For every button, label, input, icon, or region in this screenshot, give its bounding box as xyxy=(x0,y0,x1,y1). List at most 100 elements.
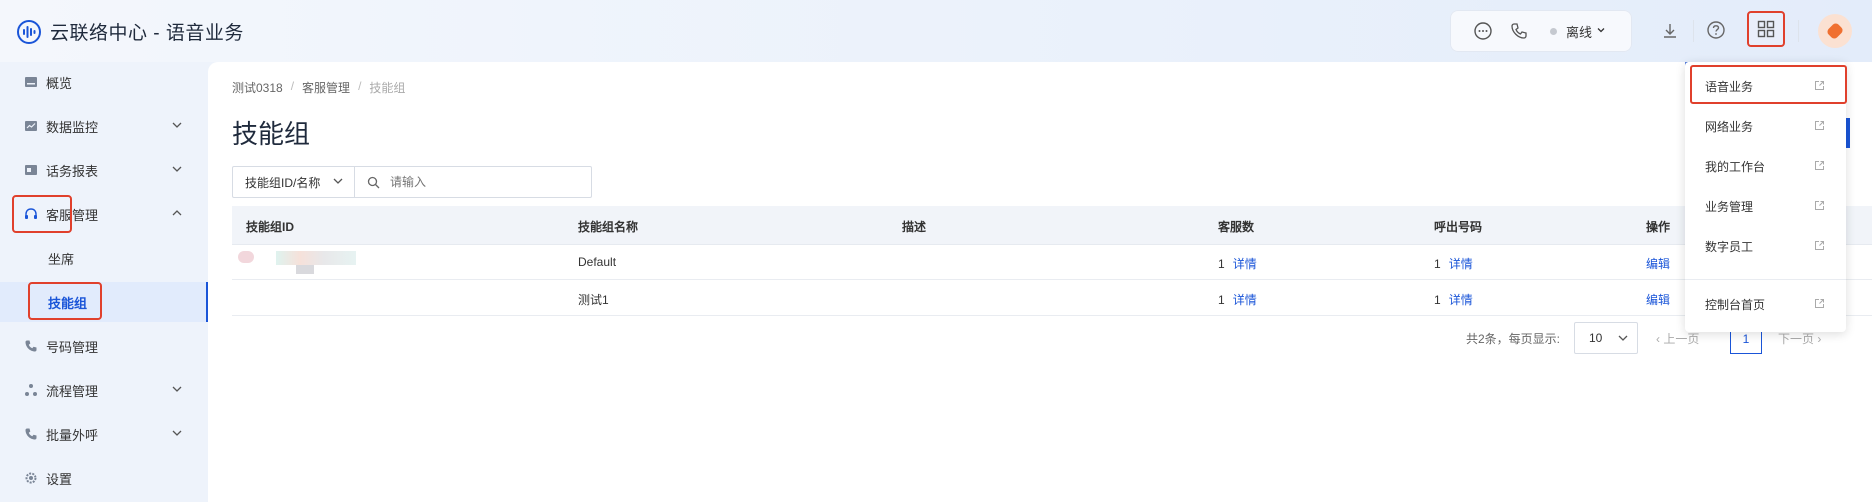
sidebar-item-label: 数据监控 xyxy=(46,119,99,135)
main-content: 测试0318 / 客服管理 / 技能组 技能组 技能组ID/名称 技能组ID 技… xyxy=(208,62,1872,502)
external-link-icon xyxy=(1815,161,1824,170)
edit-link[interactable]: 编辑 xyxy=(1646,255,1670,272)
breadcrumb-item[interactable]: 客服管理 xyxy=(302,79,350,96)
breadcrumb: 测试0318 / 客服管理 / 技能组 xyxy=(232,79,405,96)
app-title: 云联络中心 - 语音业务 xyxy=(50,23,244,44)
highlight-box xyxy=(28,282,102,320)
search-filter: 技能组ID/名称 xyxy=(232,166,592,198)
sidebar-item-label: 话务报表 xyxy=(46,163,99,179)
page-size-select[interactable]: 10 xyxy=(1574,322,1638,354)
sidebar-item-settings[interactable]: 设置 xyxy=(0,458,208,498)
column-header: 技能组名称 xyxy=(578,220,639,234)
chevron-down-icon xyxy=(172,386,182,392)
sidebar-item-label: 设置 xyxy=(46,471,73,487)
breadcrumb-separator: / xyxy=(290,79,295,93)
chevron-down-icon xyxy=(172,430,182,436)
redacted-id xyxy=(276,251,356,265)
agents-detail-link[interactable]: 详情 xyxy=(1233,293,1257,307)
menu-item-network-business[interactable]: 网络业务 xyxy=(1685,106,1846,146)
sidebar-item-label: 概览 xyxy=(46,75,73,91)
column-header: 呼出号码 xyxy=(1434,220,1483,234)
sidebar-item-batch-call[interactable]: 批量外呼 xyxy=(0,414,208,454)
menu-item-label: 网络业务 xyxy=(1705,119,1754,134)
next-page-button[interactable]: 下一页 › xyxy=(1778,330,1821,347)
table-header: 技能组ID 技能组名称 描述 客服数 呼出号码 操作 xyxy=(232,206,1872,245)
sidebar-item-report[interactable]: 话务报表 xyxy=(0,150,208,190)
download-icon[interactable] xyxy=(1660,21,1680,41)
sidebar-item-overview[interactable]: 概览 xyxy=(0,62,208,102)
flow-icon xyxy=(25,384,37,396)
divider xyxy=(1798,20,1799,42)
chevron-up-icon xyxy=(172,210,182,216)
agent-count: 1 详情 xyxy=(1218,257,1257,271)
overview-icon xyxy=(25,77,37,87)
sidebar-item-number-management[interactable]: 号码管理 xyxy=(0,326,208,366)
chevron-down-icon xyxy=(1596,25,1606,38)
batch-call-icon xyxy=(25,428,37,440)
sidebar-subitem-label: 坐席 xyxy=(48,251,75,267)
sidebar-item-label: 批量外呼 xyxy=(46,427,99,443)
outbound-detail-link[interactable]: 详情 xyxy=(1449,257,1473,271)
breadcrumb-separator: / xyxy=(358,79,362,93)
highlight-box xyxy=(12,195,72,233)
sidebar-item-flow-management[interactable]: 流程管理 xyxy=(0,370,208,410)
page-size-value: 10 xyxy=(1589,331,1603,345)
menu-item-my-workbench[interactable]: 我的工作台 xyxy=(1685,146,1846,186)
filter-field-select[interactable]: 技能组ID/名称 xyxy=(233,167,355,197)
voice-logo-icon xyxy=(17,19,41,44)
filter-field-value: 技能组ID/名称 xyxy=(245,175,321,190)
skill-group-name: 测试1 xyxy=(578,293,609,307)
phone-icon[interactable] xyxy=(1509,21,1529,41)
column-header: 技能组ID xyxy=(246,220,295,234)
external-link-icon xyxy=(1815,241,1824,250)
sidebar-item-label: 流程管理 xyxy=(46,383,99,399)
prev-page-button[interactable]: ‹ 上一页 xyxy=(1656,330,1699,347)
agents-detail-link[interactable]: 详情 xyxy=(1233,257,1257,271)
sidebar-subitem-seats[interactable]: 坐席 xyxy=(0,238,208,278)
external-link-icon xyxy=(1815,299,1824,308)
pagination-summary: 共2条，每页显示: xyxy=(1466,332,1561,346)
edit-link[interactable]: 编辑 xyxy=(1646,291,1670,308)
column-header: 描述 xyxy=(902,220,927,234)
redacted-id xyxy=(296,265,314,274)
agent-count: 1 详情 xyxy=(1218,293,1257,307)
column-header: 操作 xyxy=(1646,220,1671,234)
table-row: 测试1 1 详情 1 详情 编辑 xyxy=(232,281,1872,316)
status-dot xyxy=(1550,28,1557,35)
top-header: 云联络中心 - 语音业务 离线 xyxy=(0,0,1872,62)
search-input[interactable] xyxy=(390,175,570,189)
menu-item-console-home[interactable]: 控制台首页 xyxy=(1685,284,1846,324)
breadcrumb-current: 技能组 xyxy=(369,81,406,95)
app-logo[interactable]: 云联络中心 - 语音业务 xyxy=(16,18,244,45)
menu-divider xyxy=(1685,279,1846,280)
new-button-edge[interactable] xyxy=(1846,118,1850,148)
chevron-down-icon xyxy=(1618,335,1628,341)
outbound-count: 1 详情 xyxy=(1434,257,1473,271)
column-header: 客服数 xyxy=(1218,220,1255,234)
status-label: 离线 xyxy=(1566,25,1593,40)
menu-item-digital-employee[interactable]: 数字员工 xyxy=(1685,226,1846,266)
phone-icon xyxy=(25,340,37,352)
chevron-down-icon xyxy=(172,122,182,128)
menu-item-label: 业务管理 xyxy=(1705,199,1754,214)
chevron-down-icon xyxy=(172,166,182,172)
menu-item-business-management[interactable]: 业务管理 xyxy=(1685,186,1846,226)
chat-icon[interactable] xyxy=(1473,21,1493,41)
chevron-down-icon xyxy=(333,178,343,184)
user-avatar[interactable] xyxy=(1818,14,1852,48)
apps-menu-button[interactable] xyxy=(1747,11,1785,47)
search-icon xyxy=(367,176,380,188)
menu-item-label: 控制台首页 xyxy=(1705,297,1766,312)
sidebar: 概览 数据监控 话务报表 客服管理 坐席 技能组 号码管理 流程管理 批量外呼 xyxy=(0,62,208,502)
call-control-panel: 离线 xyxy=(1450,10,1632,52)
agent-status-select[interactable]: 离线 xyxy=(1550,22,1606,41)
page-title: 技能组 xyxy=(232,119,311,149)
sidebar-item-monitor[interactable]: 数据监控 xyxy=(0,106,208,146)
breadcrumb-item[interactable]: 测试0318 xyxy=(232,79,283,96)
menu-item-label: 数字员工 xyxy=(1705,239,1754,254)
outbound-detail-link[interactable]: 详情 xyxy=(1449,293,1473,307)
search-box xyxy=(355,167,570,197)
help-icon[interactable] xyxy=(1706,20,1726,40)
apps-dropdown-menu: 语音业务 网络业务 我的工作台 业务管理 数字员工 控制台首页 xyxy=(1685,62,1847,332)
apps-grid-icon xyxy=(1757,20,1775,38)
